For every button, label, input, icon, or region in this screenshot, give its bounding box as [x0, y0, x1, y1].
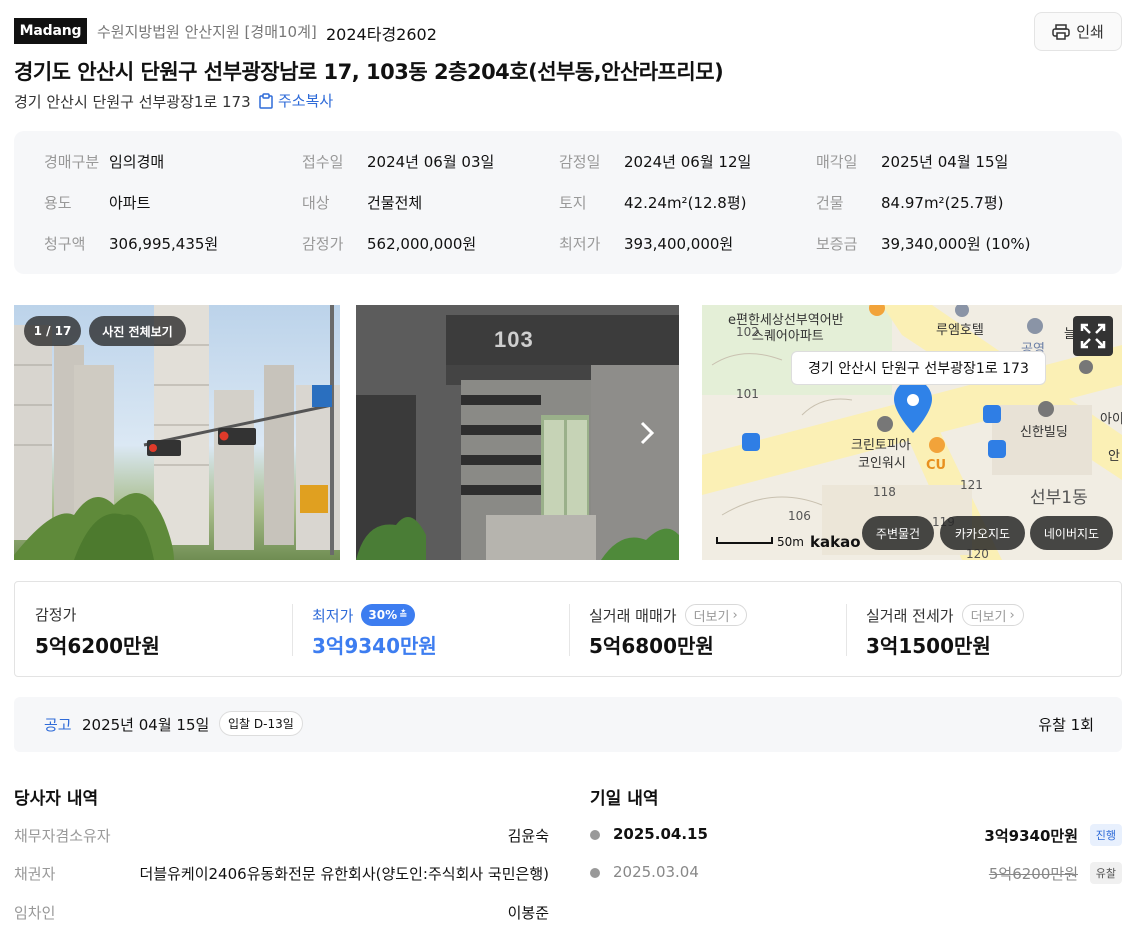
court-name: 수원지방법원 안산지원 [경매10계] [97, 23, 317, 41]
chevron-right-icon: › [732, 607, 738, 623]
nearby-properties-button[interactable]: 주변물건 [862, 516, 934, 550]
notice-date: 2025년 04월 15일 [82, 716, 210, 734]
building-sign: 103 [494, 327, 534, 352]
history-title: 기일 내역 [590, 789, 659, 809]
property-photo-street[interactable]: 1 / 17 사진 전체보기 [14, 305, 340, 560]
map-label: 신한빌딩 [1020, 425, 1068, 440]
map-label: 121 [960, 478, 983, 492]
map-label: 코인워시 [858, 456, 906, 471]
map-label: 118 [873, 485, 896, 499]
history-dot [590, 868, 600, 878]
trade-jeonse-more-button[interactable]: 더보기 › [961, 604, 1024, 626]
map-scale-label: 50m [777, 535, 804, 549]
trade-jeonse-price: 실거래 전세가 더보기 › 3억1500만원 [846, 582, 1122, 676]
map-label: 106 [788, 509, 811, 523]
minimum-price: 최저가 30% ≛ 3억9340만원 [292, 582, 569, 676]
map-label: 102 [736, 325, 759, 339]
history-dot [590, 830, 600, 840]
map-address-popup: 경기 안산시 단원구 선부광장1로 173 [791, 351, 1046, 385]
fail-count: 유찰 1회 [1038, 716, 1094, 734]
road-address: 경기 안산시 단원구 선부광장1로 173 [14, 93, 251, 111]
logo[interactable]: Madang [14, 18, 87, 44]
status-badge: 진행 [1089, 824, 1122, 846]
bid-dday-badge: 입찰 D-13일 [219, 711, 303, 736]
printer-icon [1052, 23, 1070, 40]
map-label: 안 [1108, 449, 1120, 464]
fullscreen-icon[interactable] [1073, 316, 1113, 356]
price-summary: 감정가 5억6200만원 최저가 30% ≛ 3억9340만원 실거래 매매가 더… [14, 581, 1122, 677]
print-button[interactable]: 인쇄 [1034, 12, 1122, 51]
discount-badge: 30% ≛ [361, 604, 415, 626]
print-label: 인쇄 [1076, 23, 1104, 41]
case-number: 2024타경2602 [326, 25, 437, 44]
map-label: 아이 [1100, 412, 1122, 427]
photo-counter: 1 / 17 [24, 316, 81, 346]
trade-sale-more-button[interactable]: 더보기 › [684, 604, 747, 626]
double-chevron-down-icon: ≛ [399, 609, 408, 621]
kakao-logo: kakao [810, 533, 861, 551]
map-label: 크린토피아 [851, 438, 911, 453]
map-label: 선부1동 [1030, 488, 1088, 508]
notice-bar: 공고 2025년 04월 15일 입찰 D-13일 유찰 1회 [14, 697, 1122, 752]
trade-sale-price: 실거래 매매가 더보기 › 5억6800만원 [569, 582, 846, 676]
copy-label: 주소복사 [278, 92, 334, 110]
chevron-right-icon: › [1009, 607, 1015, 623]
location-map[interactable]: e편한세상선부역어반 스퀘어아파트 루엠호텔 공영 101 102 크린토피아 … [702, 305, 1122, 560]
parties-title: 당사자 내역 [14, 789, 99, 809]
map-label: 101 [736, 387, 759, 401]
map-label: 스퀘어아파트 [752, 329, 824, 344]
appraisal-price: 감정가 5억6200만원 [35, 606, 160, 658]
copy-address-button[interactable]: 주소복사 [258, 90, 333, 111]
map-label: 늘 [1064, 327, 1076, 342]
case-info-table: 경매구분 임의경매 접수일 2024년 06월 03일 감정일 2024년 06월 1… [14, 131, 1122, 274]
status-badge: 유찰 [1089, 862, 1122, 884]
page-title: 경기도 안산시 단원구 선부광장남로 17, 103동 2층204호(선부동,안… [14, 60, 724, 84]
map-label: 루엠호텔 [936, 323, 984, 338]
naver-map-button[interactable]: 네이버지도 [1030, 516, 1113, 550]
notice-tag: 공고 [44, 716, 72, 734]
map-label: CU [926, 458, 947, 473]
property-photo-entrance[interactable]: 103 [356, 305, 679, 560]
copy-icon [259, 92, 273, 109]
kakao-map-button[interactable]: 카카오지도 [940, 516, 1025, 550]
view-all-photos-button[interactable]: 사진 전체보기 [89, 316, 186, 346]
